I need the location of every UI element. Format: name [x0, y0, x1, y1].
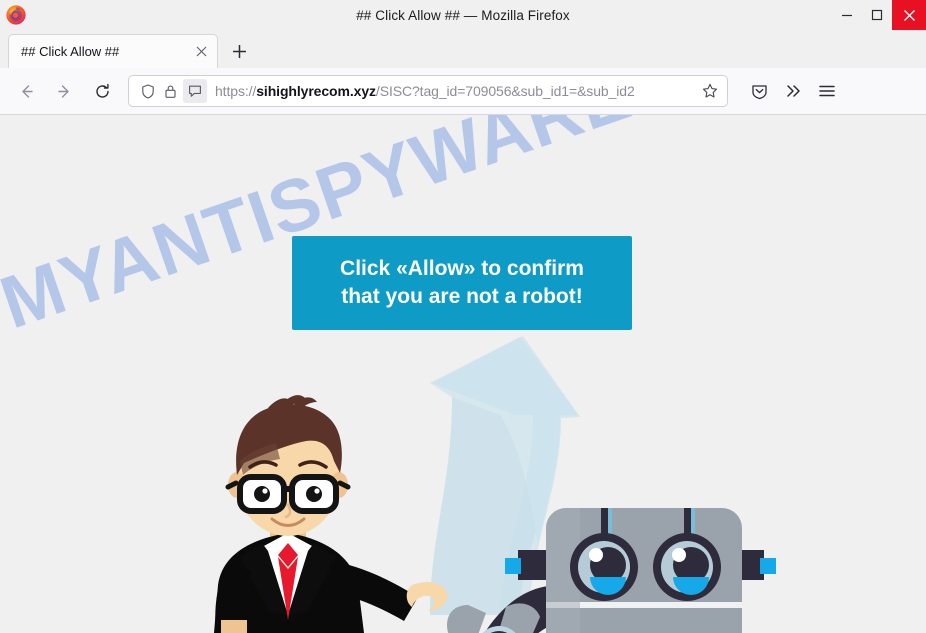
browser-window: ## Click Allow ## — Mozilla Firefox ## C… [0, 0, 926, 633]
notification-permission-icon[interactable] [183, 79, 207, 103]
back-arrow-icon[interactable] [10, 75, 42, 107]
click-allow-banner[interactable]: Click «Allow» to confirm that you are no… [292, 236, 632, 330]
pocket-save-icon[interactable] [742, 75, 776, 107]
businessman-character [214, 395, 448, 633]
minimize-button[interactable] [832, 0, 862, 30]
forward-arrow-icon[interactable] [48, 75, 80, 107]
shield-icon[interactable] [137, 80, 159, 102]
url-path: /SISC?tag_id=709056&sub_id1=&sub_id2 [375, 83, 635, 99]
close-tab-icon[interactable] [191, 42, 211, 62]
tab-click-allow[interactable]: ## Click Allow ## [8, 34, 218, 68]
hamburger-menu-icon[interactable] [810, 75, 844, 107]
double-chevron-right-icon[interactable] [776, 75, 810, 107]
new-tab-icon[interactable] [224, 36, 254, 66]
url-bar[interactable]: https://sihighlyrecom.xyz/SISC?tag_id=70… [128, 75, 728, 107]
tab-title: ## Click Allow ## [21, 44, 120, 59]
page-content: MYANTISPYWARE.COM Click «Allow» to confi… [0, 115, 926, 633]
title-bar: ## Click Allow ## — Mozilla Firefox [0, 0, 926, 30]
robot-left-eye-icon [570, 533, 638, 601]
star-icon[interactable] [699, 80, 721, 102]
url-host: sihighlyrecom.xyz [256, 83, 376, 99]
window-controls [832, 0, 926, 30]
close-button[interactable] [892, 0, 926, 30]
lock-icon[interactable] [159, 80, 181, 102]
url-scheme: https:// [215, 83, 257, 99]
url-text[interactable]: https://sihighlyrecom.xyz/SISC?tag_id=70… [215, 83, 699, 99]
illustration [0, 115, 926, 633]
toolbar-right [742, 75, 844, 107]
firefox-logo-icon [5, 4, 27, 26]
click-allow-banner-text: Click «Allow» to confirm that you are no… [340, 257, 584, 308]
reload-icon[interactable] [86, 75, 118, 107]
window-title: ## Click Allow ## — Mozilla Firefox [356, 7, 570, 23]
tab-strip: ## Click Allow ## [0, 30, 926, 68]
robot-right-eye-icon [653, 533, 721, 601]
maximize-button[interactable] [862, 0, 892, 30]
navigation-toolbar: https://sihighlyrecom.xyz/SISC?tag_id=70… [0, 68, 926, 115]
